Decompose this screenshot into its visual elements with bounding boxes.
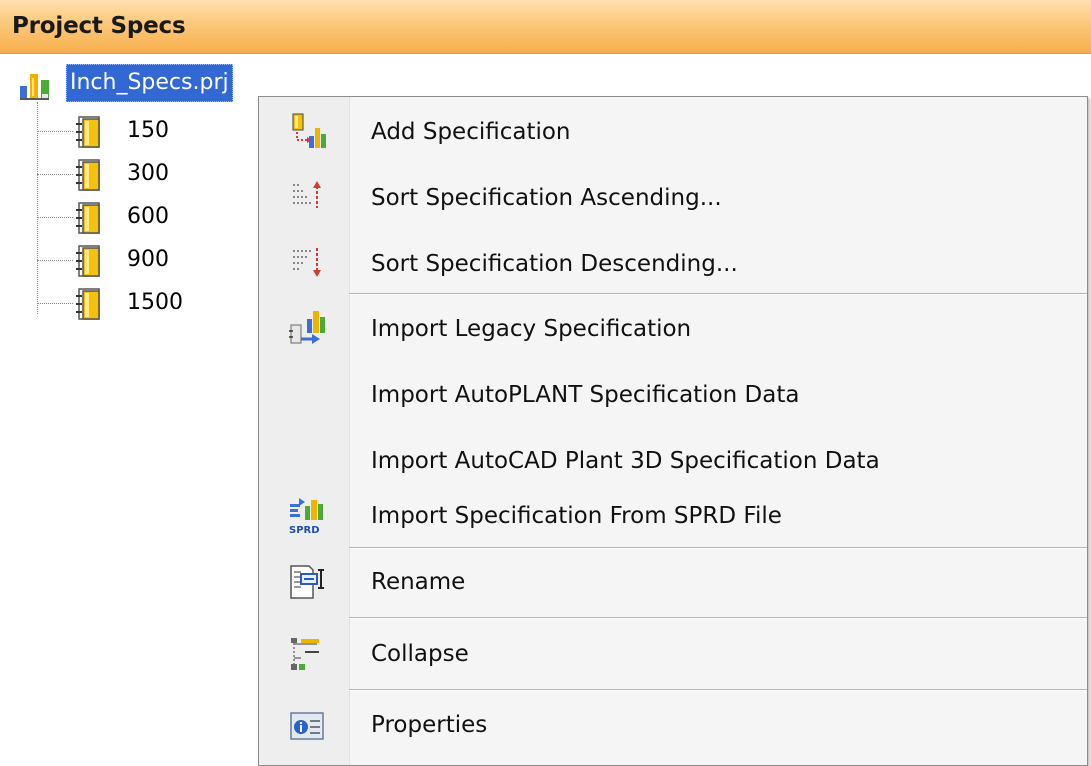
svg-text:SPRD: SPRD [289, 525, 320, 536]
spec-document-icon [76, 116, 100, 148]
tree-item-spec[interactable]: 150 [37, 110, 277, 154]
tree-item-spec[interactable]: 1500 [37, 282, 277, 326]
rename-icon [290, 565, 324, 599]
tree-root-project[interactable]: Inch_Specs.prj [66, 64, 233, 102]
menu-separator [349, 689, 1087, 691]
menu-item-add-specification[interactable]: Add Specification [259, 99, 1087, 165]
menu-item-collapse[interactable]: Collapse [259, 621, 1087, 687]
sort-descending-icon [293, 248, 321, 277]
menu-item-sort-ascending[interactable]: Sort Specification Ascending... [259, 165, 1087, 231]
spec-document-icon [76, 202, 100, 234]
add-specification-icon [292, 113, 326, 148]
menu-item-import-legacy[interactable]: Import Legacy Specification [259, 296, 1087, 362]
collapse-tree-icon [291, 638, 319, 670]
menu-item-label: Sort Specification Ascending... [371, 185, 722, 211]
spec-document-icon [76, 288, 100, 320]
spec-document-icon [76, 159, 100, 191]
panel-title: Project Specs [12, 13, 186, 39]
menu-item-label: Import Specification From SPRD File [371, 503, 782, 529]
tree-item-label: 900 [127, 247, 169, 272]
project-icon [20, 74, 49, 100]
menu-item-label: Rename [371, 569, 466, 595]
spec-document-icon [76, 245, 100, 277]
menu-item-label: Import Legacy Specification [371, 316, 692, 342]
tree-item-label: 300 [127, 161, 169, 186]
menu-item-label: Import AutoPLANT Specification Data [371, 382, 800, 408]
panel-header: Project Specs [0, 0, 1091, 54]
sort-ascending-icon [293, 181, 321, 208]
tree-item-spec[interactable]: 900 [37, 239, 277, 283]
menu-item-label: Properties [371, 712, 488, 738]
menu-separator [349, 293, 1087, 295]
import-legacy-icon [289, 311, 325, 344]
context-menu: Add Specification Sort Specification Asc… [258, 96, 1088, 766]
menu-separator [349, 617, 1087, 619]
tree-item-label: 600 [127, 204, 169, 229]
properties-icon [290, 712, 324, 740]
menu-item-label: Sort Specification Descending... [371, 251, 738, 277]
tree-item-spec[interactable]: 600 [37, 196, 277, 240]
menu-item-import-autoplant[interactable]: Import AutoPLANT Specification Data [259, 362, 1087, 428]
tree-item-label: 150 [127, 118, 169, 143]
sprd-import-icon: SPRD [289, 498, 323, 536]
menu-item-rename[interactable]: Rename [259, 549, 1087, 615]
menu-item-import-sprd[interactable]: SPRD Import Specification From SPRD File [259, 483, 1087, 549]
menu-item-properties[interactable]: Properties [259, 692, 1087, 758]
menu-item-label: Add Specification [371, 119, 571, 145]
tree-item-spec[interactable]: 300 [37, 153, 277, 197]
tree-item-label: 1500 [127, 290, 183, 315]
menu-item-label: Collapse [371, 641, 469, 667]
menu-item-sort-descending[interactable]: Sort Specification Descending... [259, 231, 1087, 297]
